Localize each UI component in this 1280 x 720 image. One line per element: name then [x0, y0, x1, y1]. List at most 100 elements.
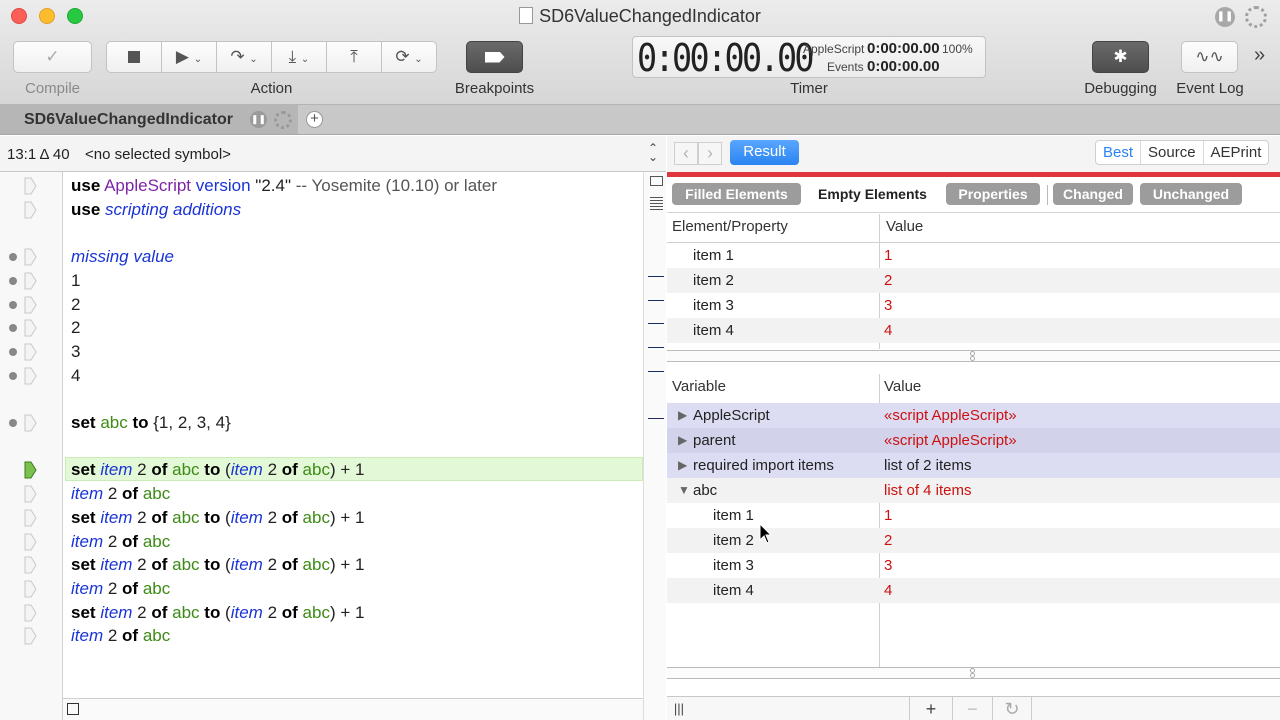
symbol-popup[interactable]: <no selected symbol> — [85, 146, 231, 163]
value-column-header[interactable]: Value — [886, 218, 923, 235]
code-token: {1, 2, 3, 4} — [148, 413, 231, 432]
code-token: AppleScript — [104, 176, 192, 195]
breakpoint-slot[interactable] — [24, 461, 37, 479]
breakpoint-slot[interactable] — [24, 248, 37, 266]
code-token: to — [204, 460, 221, 480]
step-into-button[interactable]: ⤓ ⌄ — [271, 41, 327, 73]
compile-button[interactable]: ✓ — [13, 41, 92, 73]
element-row[interactable]: item 1 1 — [667, 243, 1280, 268]
variable-value-column-header[interactable]: Value — [884, 378, 921, 395]
add-button[interactable]: + — [909, 697, 952, 720]
step-over-button[interactable]: ↷ ⌄ — [216, 41, 272, 73]
lines-icon[interactable] — [650, 197, 663, 211]
breakpoint-slot[interactable] — [24, 604, 37, 622]
disclosure-closed-icon[interactable]: ▶ — [678, 453, 687, 478]
sidebar-toggle-icon[interactable] — [67, 703, 79, 715]
breakpoint-slot[interactable] — [24, 367, 37, 385]
code-line: missing value — [71, 245, 174, 268]
filter-changed[interactable]: Changed — [1053, 183, 1133, 205]
debugging-button[interactable]: ✱ — [1092, 41, 1149, 73]
variable-row[interactable]: item 3 3 — [667, 553, 1280, 578]
code-token: abc — [142, 578, 171, 598]
breakpoint-dot-icon — [9, 276, 17, 285]
variable-row[interactable]: ▶ AppleScript «script AppleScript» — [667, 403, 1280, 428]
filter-filled-elements[interactable]: Filled Elements — [672, 183, 801, 205]
breakpoint-slot[interactable] — [24, 556, 37, 574]
tab-pause-icon[interactable]: ❚❚ — [250, 111, 267, 128]
disclosure-closed-icon[interactable]: ▶ — [678, 403, 687, 428]
code-token: to — [204, 507, 221, 527]
breakpoint-slot[interactable] — [24, 296, 37, 314]
code-token: 2 — [262, 555, 282, 575]
code-line: set item 2 of abc to (item 2 of abc) + 1 — [71, 458, 364, 481]
breakpoints-button[interactable] — [466, 41, 523, 73]
run-button[interactable]: ▶ ⌄ — [161, 41, 217, 73]
code-area[interactable]: use AppleScript version "2.4" -- Yosemit… — [63, 172, 643, 706]
element-row[interactable]: item 4 4 — [667, 318, 1280, 343]
variable-column-header[interactable]: Variable — [672, 378, 726, 395]
refresh-button[interactable]: ↻ — [992, 697, 1032, 720]
format-source[interactable]: Source — [1141, 141, 1204, 164]
code-line: use scripting additions — [71, 198, 241, 221]
variable-row[interactable]: item 4 4 — [667, 578, 1280, 603]
filter-empty-elements[interactable]: Empty Elements — [808, 183, 937, 205]
breakpoint-slot[interactable] — [24, 509, 37, 527]
code-token: to — [204, 602, 221, 622]
code-line: use AppleScript version "2.4" -- Yosemit… — [71, 174, 497, 197]
variable-row[interactable]: ▼ abc list of 4 items — [667, 478, 1280, 503]
columns-icon[interactable]: ||| — [667, 697, 691, 720]
value-changed-marker — [648, 275, 664, 277]
compile-label: Compile — [24, 80, 81, 97]
window-title-text: SD6ValueChangedIndicator — [539, 6, 761, 26]
split-dot-icon — [970, 356, 975, 361]
code-token: abc — [172, 507, 200, 527]
code-token: abc — [142, 531, 171, 551]
variable-row[interactable]: ▶ required import items list of 2 items — [667, 453, 1280, 478]
breakpoint-slot[interactable] — [24, 201, 37, 219]
variable-value: 1 — [884, 507, 893, 524]
filter-properties[interactable]: Properties — [946, 183, 1040, 205]
breakpoint-slot[interactable] — [24, 627, 37, 645]
variable-row[interactable]: ▶ parent «script AppleScript» — [667, 428, 1280, 453]
result-button[interactable]: Result — [730, 140, 799, 165]
element-row[interactable]: item 2 2 — [667, 268, 1280, 293]
filter-bar: Filled Elements Empty Elements Properties C… — [667, 177, 1280, 213]
code-token: ) + 1 — [329, 602, 365, 622]
breakpoint-slot[interactable] — [24, 533, 37, 551]
split-handle-bottom[interactable] — [667, 667, 1280, 679]
remove-button[interactable]: − — [952, 697, 992, 720]
split-handle[interactable] — [667, 350, 1280, 362]
breakpoint-slot[interactable] — [24, 580, 37, 598]
breakpoint-slot[interactable] — [24, 319, 37, 337]
code-token: to — [204, 555, 221, 575]
format-aeprint[interactable]: AEPrint — [1204, 141, 1269, 164]
add-tab-button[interactable]: + — [306, 111, 323, 128]
disclosure-closed-icon[interactable]: ▶ — [678, 428, 687, 453]
pause-icon[interactable]: ❚❚ — [1215, 7, 1235, 27]
step-out-button[interactable]: ⤒ — [326, 41, 382, 73]
variable-name: item 1 — [713, 507, 754, 524]
breakpoint-slot[interactable] — [24, 414, 37, 432]
breakpoint-slot[interactable] — [24, 485, 37, 503]
breakpoint-slot[interactable] — [24, 343, 37, 361]
filter-unchanged[interactable]: Unchanged — [1140, 183, 1242, 205]
loop-button[interactable]: ⟳ ⌄ — [381, 41, 437, 73]
element-column-header[interactable]: Element/Property — [672, 218, 788, 235]
chevron-right-icon[interactable]: » — [1254, 44, 1265, 67]
document-icon — [519, 7, 534, 24]
breakpoint-slot[interactable] — [24, 272, 37, 290]
split-view-icon[interactable] — [650, 176, 663, 186]
event-log-button[interactable]: ∿∿ — [1181, 41, 1238, 73]
back-button[interactable]: ‹ — [674, 142, 698, 165]
element-row[interactable]: item 3 3 — [667, 293, 1280, 318]
chevron-updown-icon[interactable]: ⌃ ⌄ — [648, 142, 658, 163]
breakpoint-slot[interactable] — [24, 177, 37, 195]
stop-button[interactable] — [106, 41, 162, 73]
disclosure-open-icon[interactable]: ▼ — [678, 478, 690, 503]
line-gutter[interactable] — [0, 172, 63, 720]
forward-button[interactable]: › — [698, 142, 722, 165]
code-token: 3 — [71, 341, 81, 361]
code-token: item — [71, 578, 104, 598]
format-best[interactable]: Best — [1096, 141, 1142, 164]
code-token: 2 — [132, 555, 152, 575]
